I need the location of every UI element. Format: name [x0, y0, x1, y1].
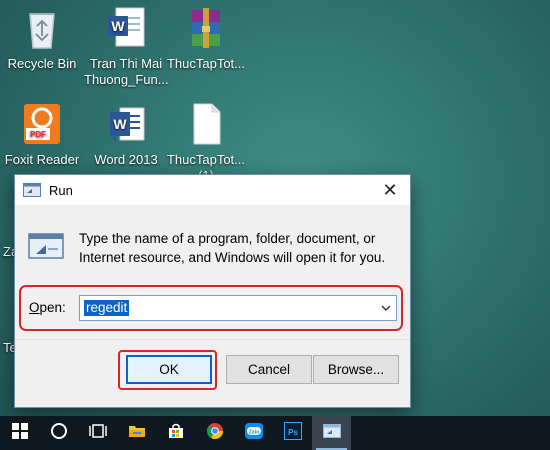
- chrome-button[interactable]: [195, 416, 234, 450]
- run-icon: [322, 423, 341, 443]
- winrar-archive-icon: [182, 4, 230, 52]
- desktop-icon-label: Recycle Bin: [7, 56, 77, 71]
- desktop-icon-label: ThucTapTot...: [166, 56, 246, 71]
- desktop-icon-word-doc[interactable]: W Tran Thi Mai Thuong_Fun...: [84, 4, 169, 88]
- cortana-circle-icon: [50, 422, 68, 445]
- desktop-icon-label: Foxit Reader: [4, 152, 80, 167]
- file-explorer-button[interactable]: [117, 416, 156, 450]
- run-taskbar-button[interactable]: [312, 416, 351, 450]
- recycle-bin-icon: [18, 4, 66, 52]
- store-button[interactable]: [156, 416, 195, 450]
- zalo-button[interactable]: Zalo: [234, 416, 273, 450]
- search-button[interactable]: [39, 416, 78, 450]
- chevron-down-icon[interactable]: [380, 301, 392, 313]
- open-label-accelerator: O: [29, 300, 40, 315]
- open-input-value[interactable]: regedit: [84, 300, 130, 316]
- desktop-icon-foxit-reader[interactable]: PDF Foxit Reader: [0, 100, 84, 168]
- open-label: Open:: [29, 300, 66, 315]
- svg-text:PDF: PDF: [30, 130, 46, 139]
- taskbar: Zalo Ps: [0, 416, 550, 450]
- chrome-icon: [206, 422, 224, 445]
- desktop-icon-word-2013[interactable]: W Word 2013: [84, 100, 168, 168]
- start-button[interactable]: [0, 416, 39, 450]
- foxit-reader-icon: PDF: [18, 100, 66, 148]
- svg-text:W: W: [111, 18, 125, 34]
- browse-button[interactable]: Browse...: [313, 355, 399, 384]
- zalo-icon-text: Zalo: [248, 429, 258, 435]
- photoshop-icon-text: Ps: [288, 428, 298, 437]
- run-program-icon: [28, 233, 64, 261]
- desktop-icon-recycle-bin[interactable]: Recycle Bin: [0, 4, 84, 72]
- word-document-icon: W: [102, 4, 150, 52]
- task-view-button[interactable]: [78, 416, 117, 450]
- windows-logo-icon: [11, 422, 28, 444]
- close-button[interactable]: ✕: [370, 175, 410, 205]
- desktop-icon-label: Word 2013: [94, 152, 158, 167]
- svg-text:W: W: [113, 116, 127, 132]
- cancel-button[interactable]: Cancel: [226, 355, 312, 384]
- run-dialog: Run ✕ Type the name of a program, folder…: [14, 174, 411, 408]
- dialog-button-strip: OK Cancel Browse...: [15, 339, 410, 408]
- desktop-icon-winrar-archive[interactable]: ThucTapTot...: [164, 4, 248, 72]
- open-label-text: pen:: [39, 300, 66, 315]
- store-bag-icon: [168, 423, 184, 444]
- open-row-highlight: Open: regedit: [19, 285, 403, 331]
- close-icon: ✕: [382, 179, 398, 200]
- desktop-icon-blank-file[interactable]: ThucTapTot... (1): [164, 100, 248, 184]
- blank-file-icon: [182, 100, 230, 148]
- dialog-description: Type the name of a program, folder, docu…: [79, 231, 386, 265]
- folder-icon: [128, 423, 146, 444]
- photoshop-icon: Ps: [283, 421, 302, 445]
- ok-button[interactable]: OK: [126, 355, 212, 384]
- dialog-body: Type the name of a program, folder, docu…: [15, 205, 410, 408]
- run-icon: [23, 183, 41, 197]
- dialog-title: Run: [49, 182, 73, 198]
- dialog-titlebar[interactable]: Run ✕: [15, 175, 410, 205]
- task-view-icon: [88, 423, 107, 444]
- zalo-icon: Zalo: [244, 422, 264, 445]
- word-2013-icon: W: [102, 100, 150, 148]
- photoshop-button[interactable]: Ps: [273, 416, 312, 450]
- open-combobox[interactable]: regedit: [79, 295, 397, 321]
- desktop-icon-label: Tran Thi Mai Thuong_Fun...: [84, 56, 169, 87]
